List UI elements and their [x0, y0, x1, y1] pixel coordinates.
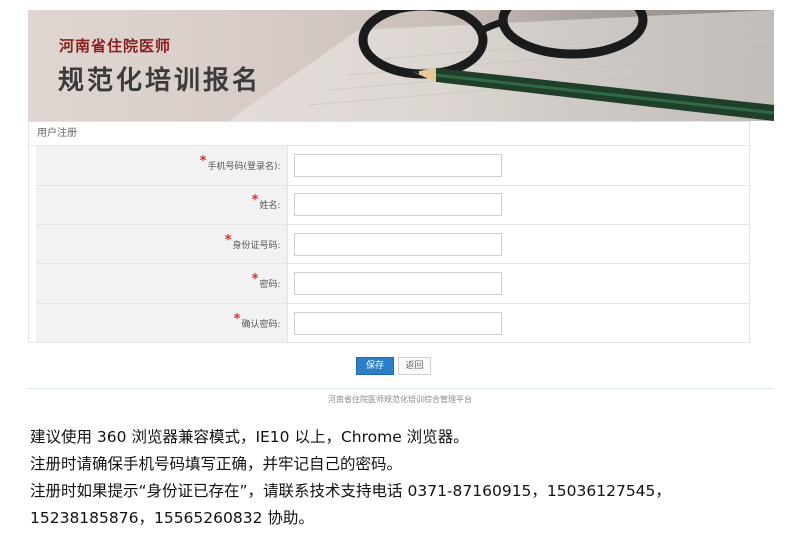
form-row-name: *姓名:	[36, 185, 750, 225]
banner-title: 规范化培训报名	[58, 66, 262, 96]
note-line: 注册时如果提示“身份证已存在”，请联系技术支持电话 0371-87160915，…	[30, 482, 671, 500]
back-button[interactable]: 返回	[398, 357, 431, 375]
form-label-cell: *手机号码(登录名):	[36, 146, 288, 186]
phone-label: 手机号码(登录名):	[207, 161, 281, 172]
note-line: 注册时请确保手机号码填写正确，并牢记自己的密码。	[30, 455, 403, 473]
required-asterisk: *	[233, 311, 241, 327]
footer-platform-name: 河南省住院医师规范化培训综合管理平台	[328, 395, 472, 404]
form-input-cell	[287, 146, 750, 185]
registration-panel: 用户注册 *手机号码(登录名): *姓名: *身份证号码: *密码: *确认密码…	[28, 121, 750, 343]
form-label-cell: *确认密码:	[36, 303, 288, 343]
password-label: 密码:	[259, 280, 281, 291]
header-banner: 河南省住院医师 规范化培训报名	[28, 10, 774, 121]
name-label: 姓名:	[259, 201, 281, 212]
name-input[interactable]	[293, 193, 502, 217]
form-actions: 保存 返回	[0, 357, 800, 377]
form-input-cell	[287, 303, 750, 342]
form-row-confirm-password: *确认密码:	[36, 303, 750, 343]
note-line: 建议使用 360 浏览器兼容模式，IE10 以上，Chrome 浏览器。	[30, 428, 469, 446]
form-label-cell: *身份证号码:	[36, 224, 288, 264]
form-row-id-number: *身份证号码:	[36, 224, 750, 264]
password-input[interactable]	[293, 272, 502, 296]
note-line: 15238185876，15565260832 协助。	[30, 509, 314, 527]
form-input-cell	[287, 185, 750, 224]
id-number-label: 身份证号码:	[232, 240, 281, 251]
form-row-password: *密码:	[36, 263, 750, 304]
form-label-cell: *密码:	[36, 263, 288, 304]
required-asterisk: *	[251, 272, 259, 288]
save-button[interactable]: 保存	[356, 357, 394, 375]
required-asterisk: *	[199, 153, 207, 169]
form-input-cell	[287, 264, 750, 303]
confirm-password-label: 确认密码:	[241, 319, 281, 330]
required-asterisk: *	[224, 232, 232, 248]
instruction-notes: 建议使用 360 浏览器兼容模式，IE10 以上，Chrome 浏览器。 注册时…	[30, 424, 780, 532]
form-input-cell	[287, 225, 750, 264]
phone-input[interactable]	[293, 153, 502, 177]
registration-form: *手机号码(登录名): *姓名: *身份证号码: *密码: *确认密码:	[36, 146, 750, 343]
banner-subtitle: 河南省住院医师	[59, 37, 172, 55]
confirm-password-input[interactable]	[293, 311, 502, 335]
required-asterisk: *	[251, 193, 259, 209]
footer-divider	[28, 388, 774, 389]
form-row-phone: *手机号码(登录名):	[36, 146, 750, 186]
form-label-cell: *姓名:	[36, 185, 288, 225]
panel-title: 用户注册	[29, 122, 749, 146]
id-number-input[interactable]	[293, 232, 502, 256]
